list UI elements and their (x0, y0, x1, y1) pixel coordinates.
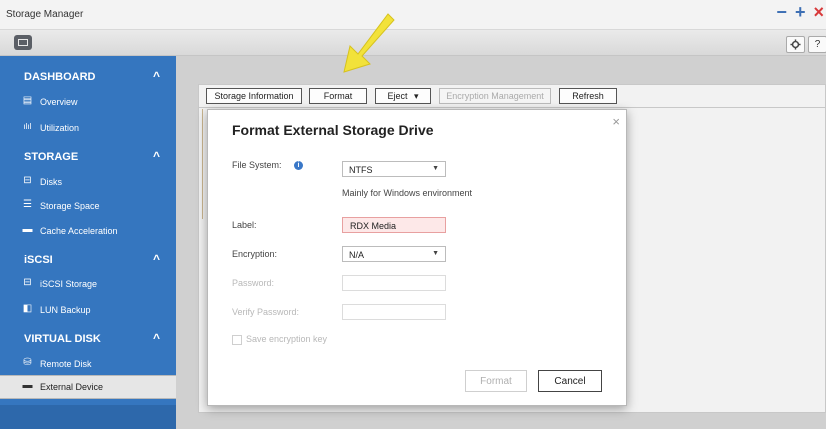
cache-acceleration-icon: ▬ (22, 224, 33, 235)
cancel-button[interactable]: Cancel (538, 370, 602, 392)
encryption-management-button: Encryption Management (439, 88, 551, 104)
save-encryption-key-label: Save encryption key (246, 334, 328, 344)
section-label: VIRTUAL DISK (24, 333, 101, 345)
settings-button[interactable] (786, 36, 805, 53)
dialog-title: Format External Storage Drive (232, 122, 434, 138)
sidebar-item-label: Cache Acceleration (40, 226, 118, 236)
sidebar-item-label: LUN Backup (40, 305, 91, 315)
section-label: iSCSI (24, 254, 53, 266)
external-device-icon: ▬ (22, 380, 33, 391)
sidebar-item-label: Storage Space (40, 201, 100, 211)
format-button: Format (465, 370, 527, 392)
storage-space-icon: ☰ (23, 199, 32, 210)
file-system-label-row: File System: i (232, 160, 304, 171)
window-title: Storage Manager (6, 9, 84, 20)
sidebar-item-utilization[interactable]: ılıl Utilization (0, 116, 176, 140)
sidebar-item-iscsi-storage[interactable]: ⊟ iSCSI Storage (0, 272, 176, 296)
sidebar-item-label: Overview (40, 97, 78, 107)
format-dialog: Format External Storage Drive × File Sys… (207, 109, 627, 406)
close-icon[interactable]: × (612, 114, 620, 129)
eject-button[interactable]: Eject ▾ (375, 88, 431, 104)
sidebar-item-label: iSCSI Storage (40, 279, 98, 289)
lun-backup-icon: ◧ (22, 303, 33, 314)
chevron-down-icon: ▼ (432, 165, 439, 172)
sidebar-footer (0, 405, 176, 429)
file-system-select[interactable]: NTFS ▼ (342, 161, 446, 177)
encryption-label: Encryption: (232, 249, 278, 259)
sidebar-section-virtual-disk[interactable]: VIRTUAL DISK ^ (0, 326, 176, 350)
section-label: STORAGE (24, 151, 79, 163)
chevron-up-icon: ^ (152, 331, 160, 345)
utilization-icon: ılıl (23, 122, 32, 131)
label-input-value: RDX Media (350, 221, 397, 231)
sidebar-item-lun-backup[interactable]: ◧ LUN Backup (0, 298, 176, 322)
sidebar-section-iscsi[interactable]: iSCSI ^ (0, 247, 176, 271)
close-button[interactable]: × (813, 2, 824, 22)
chevron-up-icon: ^ (152, 252, 160, 266)
chevron-up-icon: ^ (152, 149, 160, 163)
disks-icon: ⊟ (23, 175, 32, 186)
gear-icon (790, 39, 801, 50)
sidebar-section-storage[interactable]: STORAGE ^ (0, 144, 176, 168)
remote-disk-icon: ⛁ (23, 357, 32, 368)
maximize-button[interactable]: + (795, 2, 806, 22)
verify-password-input (342, 304, 446, 320)
encryption-value: N/A (349, 250, 365, 260)
refresh-button[interactable]: Refresh (559, 88, 617, 104)
sidebar-item-disks[interactable]: ⊟ Disks (0, 170, 176, 194)
app-menu-icon[interactable] (14, 35, 32, 50)
file-system-value: NTFS (349, 165, 373, 175)
storage-information-button[interactable]: Storage Information (206, 88, 302, 104)
sidebar-section-dashboard[interactable]: DASHBOARD ^ (0, 64, 176, 88)
save-encryption-key-checkbox (232, 335, 242, 345)
verify-password-label: Verify Password: (232, 307, 300, 317)
file-system-hint: Mainly for Windows environment (342, 188, 473, 198)
label-input[interactable]: RDX Media (342, 217, 446, 233)
minimize-button[interactable]: − (776, 2, 787, 22)
app-toolbar (0, 30, 826, 56)
encryption-select[interactable]: N/A ▼ (342, 246, 446, 262)
sidebar: DASHBOARD ^ ▤ Overview ılıl Utilization … (0, 56, 176, 429)
toolbar-divider (198, 107, 826, 108)
sidebar-item-label: External Device (40, 382, 104, 392)
annotation-arrow-icon (343, 13, 395, 73)
sidebar-item-label: Disks (40, 177, 62, 187)
sidebar-item-overview[interactable]: ▤ Overview (0, 90, 176, 114)
sidebar-item-remote-disk[interactable]: ⛁ Remote Disk (0, 352, 176, 376)
sidebar-item-cache-acceleration[interactable]: ▬ Cache Acceleration (0, 219, 176, 243)
window-controls: − + × (773, 2, 824, 22)
file-system-label: File System: (232, 160, 282, 170)
chevron-down-icon: ▼ (432, 250, 439, 257)
help-button[interactable]: ? (808, 36, 826, 53)
sidebar-item-label: Remote Disk (40, 359, 92, 369)
window-titlebar: Storage Manager − + × (0, 0, 826, 30)
sidebar-item-storage-space[interactable]: ☰ Storage Space (0, 194, 176, 218)
password-input (342, 275, 446, 291)
overview-icon: ▤ (22, 95, 33, 106)
format-toolbar-button[interactable]: Format (309, 88, 367, 104)
sidebar-item-label: Utilization (40, 123, 80, 133)
info-icon[interactable]: i (294, 161, 304, 171)
label-field-label: Label: (232, 220, 257, 230)
section-label: DASHBOARD (24, 71, 96, 83)
sidebar-item-external-device[interactable]: ▬ External Device (0, 375, 176, 399)
iscsi-storage-icon: ⊟ (23, 277, 32, 288)
password-label: Password: (232, 278, 275, 288)
chevron-up-icon: ^ (152, 69, 160, 83)
eject-label: Eject (387, 91, 408, 101)
chevron-down-icon: ▾ (414, 91, 419, 101)
